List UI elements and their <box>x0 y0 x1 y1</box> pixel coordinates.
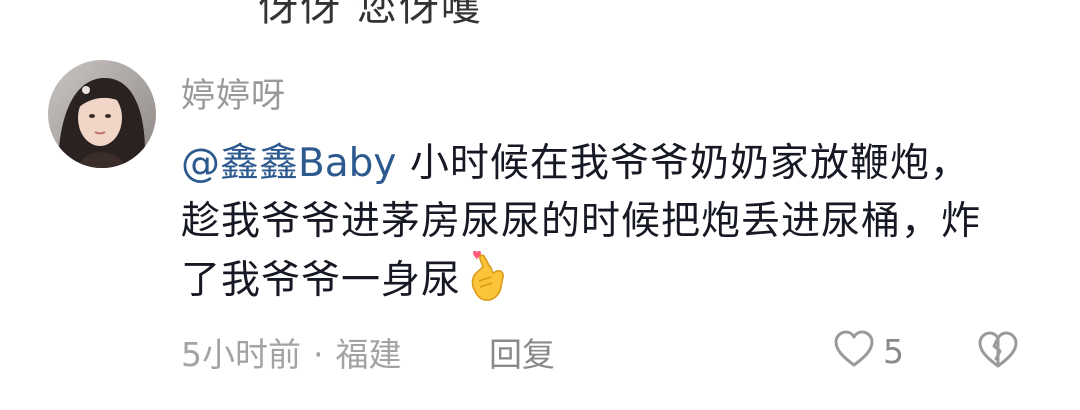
comment-content: @鑫鑫Baby 小时候在我爷爷奶奶家放鞭炮，趁我爷爷进茅房尿尿的时候把炮丢进尿桶… <box>181 135 1001 310</box>
comment-username[interactable]: 婷婷呀 <box>181 68 286 117</box>
avatar[interactable] <box>48 60 156 168</box>
heart-outline-icon <box>833 330 875 372</box>
comment-meta: 5小时前 · 福建 <box>181 328 402 376</box>
comment-location: 福建 <box>335 335 402 374</box>
comment-time: 5小时前 <box>181 335 301 374</box>
avatar-image <box>48 60 156 168</box>
broken-heart-icon <box>976 331 1020 374</box>
previous-comment-fragment: 伢伢 您伢嚄 <box>258 0 483 30</box>
like-count: 5 <box>883 331 904 371</box>
reply-button[interactable]: 回复 <box>489 328 555 376</box>
comment-page: 伢伢 您伢嚄 婷婷呀 @鑫鑫Baby 小时候在我爷爷奶奶家放鞭炮，趁我爷爷进茅房… <box>0 0 1080 410</box>
mention-link[interactable]: @鑫鑫Baby <box>181 141 397 186</box>
dislike-button[interactable] <box>976 330 1020 374</box>
meta-separator: · <box>313 335 324 374</box>
like-button[interactable]: 5 <box>833 330 904 372</box>
finger-heart-emoji <box>467 250 509 303</box>
